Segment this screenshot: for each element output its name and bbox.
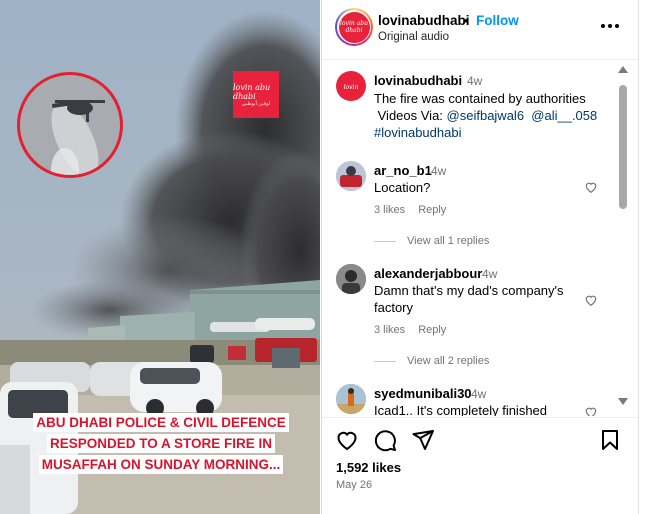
comments-list: lovin lovinabudhabi 4w The fire was cont… xyxy=(322,61,646,416)
header-separator: • xyxy=(464,13,469,28)
view-replies-button[interactable]: View all 1 replies xyxy=(374,235,489,247)
commenter-avatar[interactable] xyxy=(336,161,366,191)
comment-text: Location? xyxy=(374,180,431,195)
caption-line-one: The fire was contained by authorities xyxy=(374,91,586,106)
video-caption-overlay: ABU DHABI POLICE & CIVIL DEFENCE RESPOND… xyxy=(29,412,293,475)
comment-username[interactable]: syedmunibali30 xyxy=(374,386,472,401)
caption-videos-via: Videos Via: xyxy=(377,108,447,123)
view-replies-label: View all 2 replies xyxy=(407,355,490,367)
hashtag-link[interactable]: #lovinabudhabi xyxy=(374,125,461,140)
caption-time: 4w xyxy=(467,74,483,88)
brand-logo: lovin abu dhabi لوفين أبوظبي xyxy=(233,71,279,118)
reply-button[interactable]: Reply xyxy=(418,204,446,216)
scroll-thumb[interactable] xyxy=(619,85,627,209)
comment-username[interactable]: alexanderjabbour xyxy=(374,266,482,281)
view-replies-label: View all 1 replies xyxy=(407,235,490,247)
logo-arabic-text: لوفين أبوظبي xyxy=(241,100,271,107)
comment-likes[interactable]: 3 likes xyxy=(374,324,405,336)
avatar-photo-icon xyxy=(336,161,366,191)
caption-text: The fire was contained by authorities Vi… xyxy=(374,90,610,141)
header-avatar[interactable]: lovin abu dhabi xyxy=(335,8,373,46)
avatar-logo-icon: lovin xyxy=(344,84,359,91)
like-heart-icon[interactable] xyxy=(335,428,359,452)
avatar-logo-text: lovin abu dhabi xyxy=(338,11,370,43)
caption-username[interactable]: lovinabudhabi xyxy=(374,73,462,88)
scroll-up-arrow-icon[interactable] xyxy=(618,66,628,73)
comment-time: 4w xyxy=(482,267,498,281)
post-date: May 26 xyxy=(336,479,373,491)
avatar-photo-icon xyxy=(336,264,366,294)
reply-button[interactable]: Reply xyxy=(418,324,446,336)
caption-line-1: ABU DHABI POLICE & CIVIL DEFENCE xyxy=(33,413,289,432)
comment-text: Icad1.. It's completely finished xyxy=(374,403,548,416)
comment-bubble-icon[interactable] xyxy=(373,428,397,452)
like-comment-heart-icon[interactable] xyxy=(584,180,598,194)
commenter-avatar[interactable] xyxy=(336,264,366,294)
comment-likes[interactable]: 3 likes xyxy=(374,204,405,216)
comment-time: 4w xyxy=(471,387,487,401)
mention-link-2[interactable]: @ali__.058 xyxy=(531,108,597,123)
save-bookmark-icon[interactable] xyxy=(598,428,622,452)
more-options-icon[interactable] xyxy=(598,16,622,36)
comments-scrollbar[interactable] xyxy=(615,61,631,416)
header-username[interactable]: lovinabudhabi xyxy=(378,13,470,28)
avatar-photo-icon xyxy=(336,384,366,414)
comment-time: 4w xyxy=(431,164,447,178)
comment-username[interactable]: ar_no_b1 xyxy=(374,163,432,178)
mention-link-1[interactable]: @seifbajwal6 xyxy=(447,108,525,123)
likes-count[interactable]: 1,592 likes xyxy=(336,460,401,475)
follow-button[interactable]: Follow xyxy=(476,13,519,28)
window-edge xyxy=(638,0,646,514)
commenter-avatar[interactable] xyxy=(336,384,366,414)
post-details-panel: lovin abu dhabi lovinabudhabi • Follow O… xyxy=(321,0,646,514)
like-comment-heart-icon[interactable] xyxy=(584,293,598,307)
svg-text:lovin: lovin xyxy=(344,84,359,91)
caption-avatar[interactable]: lovin xyxy=(336,71,366,101)
post-header: lovin abu dhabi lovinabudhabi • Follow O… xyxy=(322,0,646,60)
share-paper-plane-icon[interactable] xyxy=(411,428,435,452)
post-media[interactable]: lovin abu dhabi لوفين أبوظبي ABU DHABI P… xyxy=(0,0,320,514)
view-replies-button[interactable]: View all 2 replies xyxy=(374,355,489,367)
original-audio-link[interactable]: Original audio xyxy=(378,31,449,43)
logo-text: lovin abu dhabi xyxy=(233,82,271,101)
comment-text: Damn that's my dad's company's factory xyxy=(374,283,564,315)
scroll-down-arrow-icon[interactable] xyxy=(618,398,628,405)
like-comment-heart-icon[interactable] xyxy=(584,405,598,416)
caption-line-3: MUSAFFAH ON SUNDAY MORNING... xyxy=(38,455,284,474)
comment-meta: 3 likes Reply xyxy=(374,324,459,336)
caption-line-2: RESPONDED TO A STORE FIRE IN xyxy=(46,434,276,453)
comment-meta: 3 likes Reply xyxy=(374,204,459,216)
